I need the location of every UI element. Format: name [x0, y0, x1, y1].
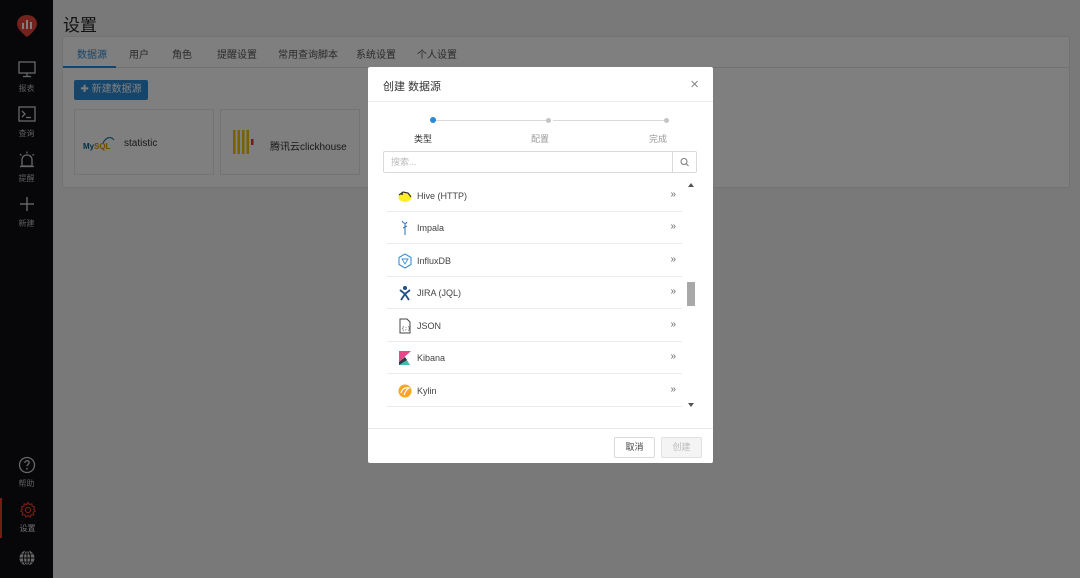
list-item[interactable]: Kibana » — [387, 342, 682, 374]
list-item[interactable]: Kylin » — [387, 375, 682, 407]
list-item[interactable]: Impala » — [387, 212, 682, 244]
create-button[interactable]: 创建 — [661, 437, 702, 458]
list-scrollbar[interactable] — [686, 180, 696, 412]
step-label-type: 类型 — [414, 134, 433, 144]
hive-icon — [397, 188, 413, 204]
step-indicator-active — [430, 117, 436, 123]
jira-icon — [397, 285, 413, 301]
close-icon[interactable]: × — [690, 76, 699, 93]
wizard-steps: 类型 配置 完成 — [368, 113, 713, 145]
list-item[interactable]: JIRA (JQL) » — [387, 277, 682, 309]
list-item[interactable]: InfluxDB » — [387, 245, 682, 277]
chevron-right-icon: » — [670, 319, 676, 330]
chevron-right-icon: » — [670, 221, 676, 232]
step-connector — [435, 120, 546, 121]
chevron-right-icon: » — [670, 254, 676, 265]
impala-icon — [397, 220, 413, 236]
chevron-right-icon: » — [670, 286, 676, 297]
kibana-icon — [397, 350, 413, 366]
list-item-label: InfluxDB — [417, 256, 452, 266]
list-item-label: Hive (HTTP) — [417, 191, 467, 201]
list-item[interactable]: {;} JSON » — [387, 310, 682, 342]
json-icon: {;} — [397, 318, 413, 334]
modal-header: 创建 数据源 × — [368, 67, 713, 102]
step-connector — [553, 120, 664, 121]
scroll-down-icon[interactable] — [688, 403, 694, 407]
step-label-config: 配置 — [531, 134, 550, 144]
influxdb-icon — [397, 253, 413, 269]
search-button[interactable] — [672, 152, 696, 172]
kylin-icon — [397, 383, 413, 399]
modal-footer: 取消 创建 — [368, 428, 713, 463]
modal-title: 创建 数据源 — [383, 81, 442, 93]
list-item-label: Kylin — [417, 386, 437, 396]
list-item-label: Kibana — [417, 353, 446, 363]
step-label-done: 完成 — [649, 134, 668, 144]
datasource-type-list: Hive (HTTP) » Impala » InfluxDB » JIRA (… — [387, 180, 697, 412]
search-input[interactable] — [384, 152, 674, 172]
step-indicator — [546, 118, 551, 123]
svg-text:{;}: {;} — [402, 326, 411, 332]
search-box — [383, 151, 697, 173]
list-item[interactable]: Hive (HTTP) » — [387, 180, 682, 212]
list-item-label: Impala — [417, 223, 445, 233]
create-datasource-dialog: 创建 数据源 × 类型 配置 完成 Hive (HTTP) » Impal — [368, 67, 713, 463]
scroll-up-icon[interactable] — [688, 183, 694, 187]
search-icon — [680, 158, 689, 167]
cancel-button[interactable]: 取消 — [614, 437, 655, 458]
chevron-right-icon: » — [670, 189, 676, 200]
list-item-label: JSON — [417, 321, 442, 331]
step-indicator — [664, 118, 669, 123]
list-item-label: JIRA (JQL) — [417, 288, 462, 298]
chevron-right-icon: » — [670, 384, 676, 395]
chevron-right-icon: » — [670, 351, 676, 362]
scrollbar-thumb[interactable] — [687, 282, 695, 306]
